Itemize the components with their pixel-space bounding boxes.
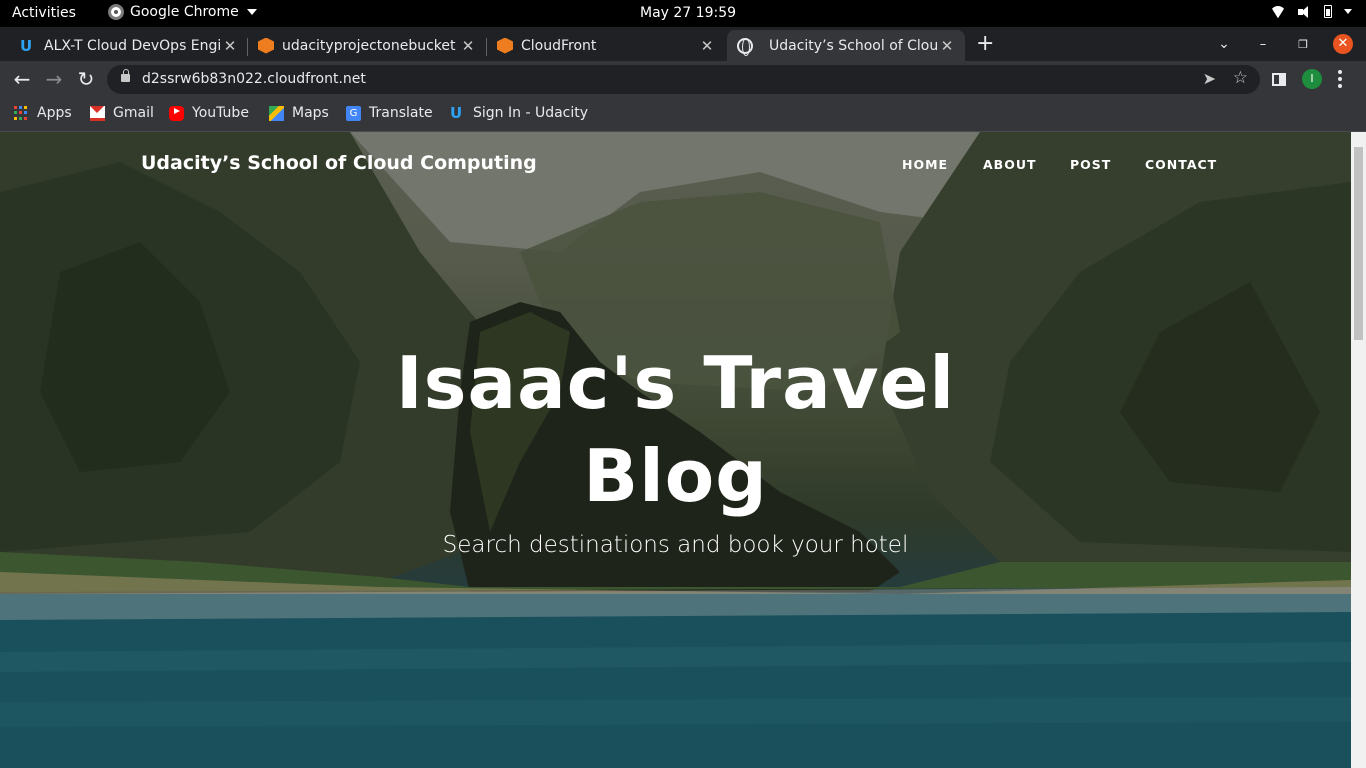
reload-button[interactable]: ↻ xyxy=(74,67,98,91)
aws-icon xyxy=(258,37,274,54)
chrome-icon xyxy=(108,4,124,20)
minimize-button[interactable]: – xyxy=(1252,27,1274,61)
tab-strip: U ALX-T Cloud DevOps Engi ✕ udacityproje… xyxy=(0,27,1366,61)
globe-icon xyxy=(737,37,753,56)
lock-icon[interactable] xyxy=(121,69,130,82)
bookmarks-bar: Apps Gmail YouTube Maps G Translate U Si… xyxy=(0,97,1366,132)
apps-grid-icon xyxy=(14,105,29,121)
maps-icon xyxy=(269,105,284,121)
forward-button[interactable]: → xyxy=(42,67,66,91)
new-tab-button[interactable]: + xyxy=(976,30,994,58)
tab-title: udacityprojectonebucket xyxy=(282,37,456,54)
tab-cloudfront[interactable]: CloudFront ✕ xyxy=(477,30,725,61)
scrollbar-thumb[interactable] xyxy=(1354,147,1363,340)
tab-udacity-bucket[interactable]: udacityprojectonebucket ✕ xyxy=(238,30,486,61)
hero-section: Udacity’s School of Cloud Computing HOME… xyxy=(0,132,1351,768)
page-viewport: Udacity’s School of Cloud Computing HOME… xyxy=(0,132,1366,768)
bookmark-label: Sign In - Udacity xyxy=(473,105,589,121)
nav-contact-link[interactable]: CONTACT xyxy=(1145,157,1217,172)
hero-title: Isaac's Travel Blog xyxy=(300,337,1051,523)
app-menu-label: Google Chrome xyxy=(130,4,239,20)
bookmark-label: Translate xyxy=(369,105,433,121)
nav-post-link[interactable]: POST xyxy=(1070,157,1111,172)
close-icon[interactable]: ✕ xyxy=(222,37,238,55)
gmail-icon xyxy=(90,105,105,121)
bookmark-label: Maps xyxy=(292,105,329,121)
tab-udacity-school-of-cloud[interactable]: Udacity’s School of Cloud ✕ xyxy=(727,30,965,61)
bookmark-label: Gmail xyxy=(113,105,154,121)
bookmark-label: Apps xyxy=(37,105,72,121)
maximize-button[interactable]: ❐ xyxy=(1292,27,1314,61)
udacity-icon: U xyxy=(20,36,33,55)
bookmark-youtube[interactable]: YouTube xyxy=(169,105,249,121)
address-bar[interactable]: d2ssrw6b83n022.cloudfront.net ➤ ☆ xyxy=(107,65,1260,94)
translate-icon: G xyxy=(346,105,361,121)
close-icon[interactable]: ✕ xyxy=(939,37,955,55)
url-text[interactable]: d2ssrw6b83n022.cloudfront.net xyxy=(142,71,366,87)
chevron-down-icon xyxy=(246,9,257,15)
nav-about-link[interactable]: ABOUT xyxy=(983,157,1037,172)
close-icon[interactable]: ✕ xyxy=(460,37,476,55)
aws-icon xyxy=(497,37,513,54)
hero-title-line: Blog xyxy=(583,434,768,518)
tab-title: Udacity’s School of Cloud xyxy=(769,37,939,54)
bookmark-maps[interactable]: Maps xyxy=(269,105,329,121)
more-menu-icon[interactable] xyxy=(1338,70,1342,88)
close-icon[interactable]: ✕ xyxy=(699,37,715,55)
system-status-menu[interactable] xyxy=(1270,5,1352,18)
site-brand[interactable]: Udacity’s School of Cloud Computing xyxy=(141,152,537,174)
bookmark-gmail[interactable]: Gmail xyxy=(90,105,154,121)
activities-button[interactable]: Activities xyxy=(12,5,76,21)
back-button[interactable]: ← xyxy=(10,67,34,91)
udacity-icon: U xyxy=(450,103,463,122)
app-menu[interactable]: Google Chrome xyxy=(108,4,257,20)
tab-alx-cloud-devops[interactable]: U ALX-T Cloud DevOps Engi ✕ xyxy=(0,30,248,61)
volume-icon xyxy=(1298,5,1312,18)
window-close-button[interactable]: ✕ xyxy=(1333,34,1353,54)
nav-home-link[interactable]: HOME xyxy=(902,157,948,172)
chevron-down-icon xyxy=(1344,9,1352,14)
hero-subtitle: Search destinations and book your hotel xyxy=(442,532,909,558)
battery-icon xyxy=(1324,5,1332,18)
hero-title-line: Isaac's Travel xyxy=(395,341,956,425)
tab-title: ALX-T Cloud DevOps Engi xyxy=(44,37,222,54)
system-top-bar: Activities Google Chrome May 27 19:59 xyxy=(0,0,1366,27)
bookmark-label: YouTube xyxy=(192,105,249,121)
tab-search-button[interactable]: ⌄ xyxy=(1212,27,1236,61)
bookmark-star-icon[interactable]: ☆ xyxy=(1233,68,1248,88)
page-scrollbar[interactable] xyxy=(1351,132,1366,768)
bookmark-apps[interactable]: Apps xyxy=(14,105,72,121)
clock[interactable]: May 27 19:59 xyxy=(640,5,736,21)
wifi-icon xyxy=(1270,6,1286,18)
browser-toolbar: ← → ↻ d2ssrw6b83n022.cloudfront.net ➤ ☆ … xyxy=(0,61,1366,97)
bookmark-translate[interactable]: G Translate xyxy=(346,105,433,121)
profile-avatar[interactable]: I xyxy=(1302,69,1322,89)
send-icon[interactable]: ➤ xyxy=(1203,69,1216,88)
youtube-icon xyxy=(169,105,184,121)
side-panel-icon[interactable] xyxy=(1272,73,1286,86)
tab-title: CloudFront xyxy=(521,37,597,54)
bookmark-udacity-sign-in[interactable]: U Sign In - Udacity xyxy=(450,105,588,121)
